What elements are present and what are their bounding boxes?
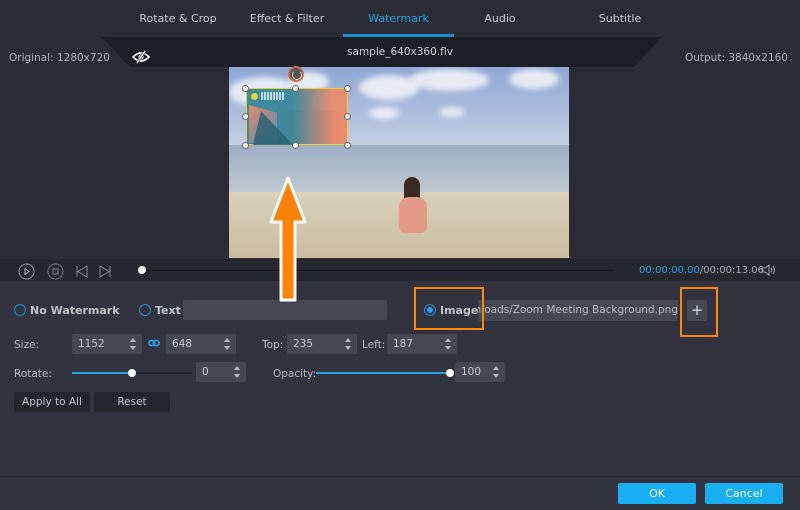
width-stepper[interactable]: 1152 (72, 334, 142, 354)
opacity-stepper[interactable]: 100 (455, 362, 505, 382)
output-resolution: Output: 3840x2160 (684, 52, 788, 64)
ok-button[interactable]: OK (618, 483, 696, 504)
opacity-slider-fill (316, 372, 450, 374)
stepper-arrows-icon[interactable] (493, 365, 500, 379)
tab-audio[interactable]: Audio (460, 0, 540, 37)
opacity-label: Opacity: (273, 368, 317, 380)
time-display: 00:00:00.00/00:00:13.06 (639, 265, 764, 276)
rotate-handle-icon[interactable] (288, 66, 304, 82)
apply-to-all-button[interactable]: Apply to All (14, 392, 90, 412)
resize-handle[interactable] (292, 85, 299, 92)
text-watermark-label[interactable]: Text (155, 304, 181, 317)
add-button-highlight (680, 287, 718, 337)
opacity-value: 100 (461, 366, 482, 378)
stop-icon[interactable] (47, 263, 64, 280)
no-watermark-radio[interactable] (14, 304, 26, 316)
top-stepper[interactable]: 235 (287, 334, 357, 354)
total-time: /00:00:13.06 (699, 265, 765, 276)
eye-slash-icon[interactable] (132, 50, 150, 64)
width-value: 1152 (78, 338, 105, 350)
seek-thumb[interactable] (138, 266, 146, 274)
pointer-arrow-annotation (269, 176, 307, 302)
tab-effect-filter[interactable]: Effect & Filter (236, 0, 338, 37)
stepper-arrows-icon[interactable] (224, 337, 231, 351)
footer-divider (0, 476, 800, 477)
opacity-slider-thumb[interactable] (446, 369, 454, 377)
size-label: Size: (14, 339, 40, 351)
watermark-image-overlay[interactable] (246, 88, 348, 145)
stepper-arrows-icon[interactable] (445, 337, 452, 351)
rotate-label: Rotate: (14, 368, 52, 380)
resize-handle[interactable] (344, 113, 351, 120)
height-value: 648 (172, 338, 193, 350)
resize-handle[interactable] (242, 85, 249, 92)
stepper-arrows-icon[interactable] (234, 365, 241, 379)
previous-frame-icon[interactable] (74, 263, 91, 280)
top-label: Top: (262, 339, 284, 351)
opacity-slider[interactable] (316, 369, 454, 377)
resize-handle[interactable] (344, 142, 351, 149)
tab-watermark[interactable]: Watermark (343, 0, 454, 37)
stepper-arrows-icon[interactable] (345, 337, 352, 351)
top-value: 235 (293, 338, 314, 350)
image-path-field[interactable]: Downloads/Zoom Meeting Background.png (478, 300, 678, 321)
no-watermark-label[interactable]: No Watermark (30, 304, 120, 317)
left-value: 187 (393, 338, 414, 350)
stepper-arrows-icon[interactable] (130, 337, 137, 351)
tab-subtitle[interactable]: Subtitle (565, 0, 675, 37)
text-watermark-radio[interactable] (139, 304, 151, 316)
height-stepper[interactable]: 648 (166, 334, 236, 354)
tab-rotate-crop[interactable]: Rotate & Crop (130, 0, 226, 37)
link-aspect-icon[interactable] (148, 338, 160, 348)
image-option-highlight (414, 287, 484, 330)
resize-handle[interactable] (344, 85, 351, 92)
rotate-stepper[interactable]: 0 (196, 362, 246, 382)
rotate-value: 0 (202, 366, 209, 378)
current-time: 00:00:00.00 (639, 265, 700, 276)
rotate-slider[interactable] (72, 369, 192, 377)
volume-icon[interactable] (761, 264, 777, 276)
play-icon[interactable] (18, 263, 35, 280)
rotate-slider-fill (72, 372, 132, 374)
next-frame-icon[interactable] (96, 263, 113, 280)
resize-handle[interactable] (242, 142, 249, 149)
watermark-text-input[interactable] (183, 300, 387, 320)
rotate-slider-thumb[interactable] (128, 369, 136, 377)
left-label: Left: (362, 339, 386, 351)
reset-button[interactable]: Reset (94, 392, 170, 412)
resize-handle[interactable] (292, 142, 299, 149)
seek-bar[interactable] (142, 270, 614, 271)
cancel-button[interactable]: Cancel (705, 483, 783, 504)
left-stepper[interactable]: 187 (387, 334, 457, 354)
resize-handle[interactable] (242, 113, 249, 120)
file-name: sample_640x360.flv (347, 46, 453, 58)
